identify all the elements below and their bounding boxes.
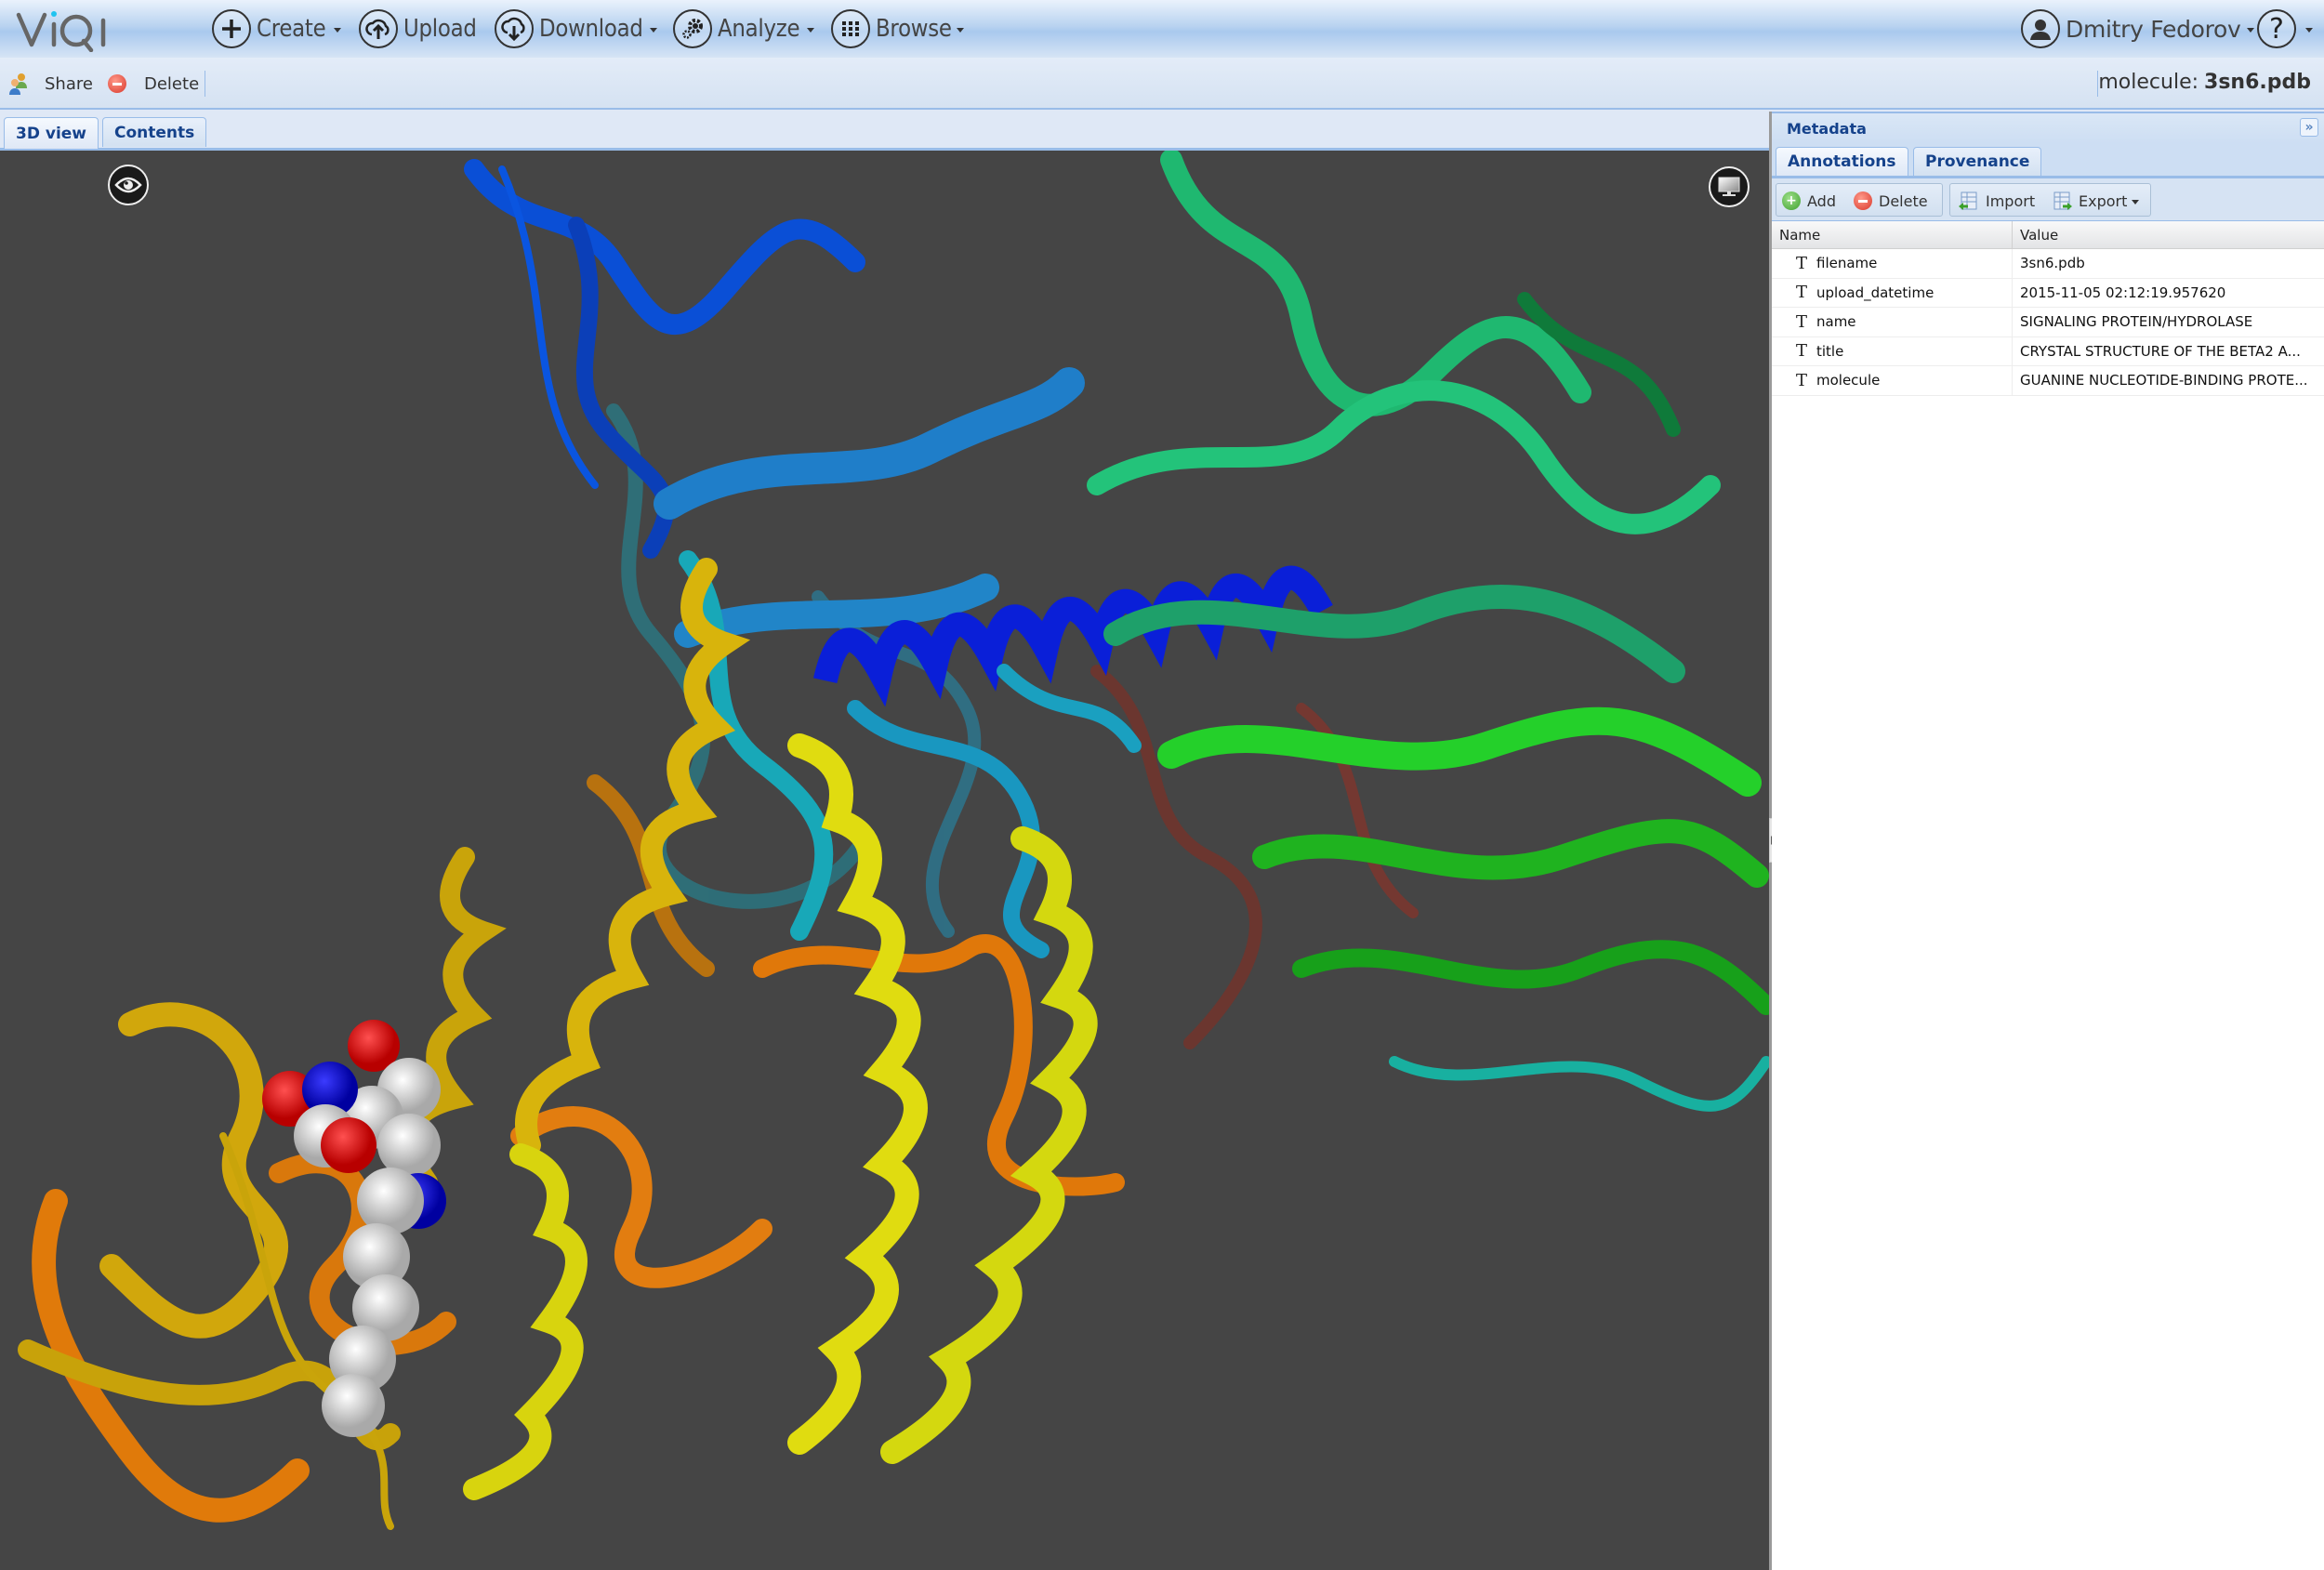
visibility-toggle-button[interactable] bbox=[108, 165, 149, 205]
resource-name: 3sn6.pdb bbox=[2204, 71, 2311, 94]
chevron-down-icon bbox=[649, 27, 657, 33]
user-name: Dmitry Fedorov bbox=[2066, 15, 2241, 43]
plus-icon bbox=[212, 9, 251, 48]
grid-header: Name Value bbox=[1772, 221, 2324, 249]
user-menu[interactable]: Dmitry Fedorov bbox=[2021, 8, 2254, 49]
column-header-name[interactable]: Name bbox=[1772, 221, 2013, 248]
delete-icon bbox=[108, 74, 126, 93]
table-row[interactable]: Tname SIGNALING PROTEIN/HYDROLASE bbox=[1772, 308, 2324, 337]
text-type-icon: T bbox=[1796, 253, 1808, 273]
eye-icon bbox=[114, 177, 142, 193]
add-icon: + bbox=[1782, 191, 1801, 210]
browse-label: Browse bbox=[876, 15, 952, 43]
grid-body: Tfilename 3sn6.pdb Tupload_datetime 2015… bbox=[1772, 249, 2324, 396]
cloud-download-icon bbox=[495, 9, 534, 48]
metadata-panel-header: Metadata » bbox=[1772, 112, 2324, 143]
annotations-toolbar: + Add Delete Import Export bbox=[1772, 178, 2324, 221]
share-label: Share bbox=[45, 73, 93, 94]
download-label: Download bbox=[539, 15, 643, 43]
chevron-down-icon bbox=[2246, 27, 2254, 33]
tab-contents[interactable]: Contents bbox=[102, 117, 207, 147]
help-icon: ? bbox=[2257, 9, 2296, 48]
display-settings-button[interactable] bbox=[1709, 166, 1750, 207]
metadata-tab-strip: Annotations Provenance bbox=[1772, 143, 2324, 178]
add-label: Add bbox=[1807, 191, 1836, 210]
annotation-value[interactable]: CRYSTAL STRUCTURE OF THE BETA2 A... bbox=[2013, 337, 2324, 366]
delete-annotation-button[interactable]: Delete bbox=[1854, 191, 1928, 211]
chevron-down-icon bbox=[333, 27, 341, 33]
column-header-value[interactable]: Value bbox=[2013, 221, 2324, 248]
annotation-name: molecule bbox=[1816, 372, 1881, 389]
text-type-icon: T bbox=[1796, 341, 1808, 362]
molecule-render[interactable] bbox=[0, 151, 1769, 1570]
delete-button[interactable]: Delete bbox=[108, 71, 199, 97]
grid-icon bbox=[831, 9, 870, 48]
resource-type: molecule: bbox=[2098, 71, 2199, 94]
create-menu[interactable]: Create bbox=[212, 8, 341, 49]
double-chevron-right-icon: » bbox=[2304, 120, 2314, 135]
delete-label: Delete bbox=[144, 73, 200, 94]
share-button[interactable]: Share bbox=[7, 71, 93, 97]
export-menu-button[interactable]: Export bbox=[2053, 191, 2140, 211]
monitor-icon bbox=[1718, 177, 1740, 196]
resource-toolbar: Share Delete molecule: 3sn6.pdb bbox=[0, 58, 2324, 110]
annotations-grid: Name Value Tfilename 3sn6.pdb Tupload_da… bbox=[1772, 221, 2324, 396]
chevron-down-icon bbox=[2132, 199, 2140, 204]
import-table-icon bbox=[1959, 191, 1977, 210]
top-navigation-bar: Create Upload Download Analyze Browse Dm bbox=[0, 0, 2324, 58]
import-button[interactable]: Import bbox=[1958, 191, 2035, 211]
text-type-icon: T bbox=[1796, 370, 1808, 390]
create-label: Create bbox=[257, 15, 326, 43]
annotation-name: name bbox=[1816, 313, 1856, 331]
chevron-down-icon bbox=[807, 27, 815, 33]
view-tab-strip: 3D view Contents bbox=[0, 112, 1769, 151]
edit-button-group: + Add Delete bbox=[1776, 183, 1943, 217]
resource-title: molecule: 3sn6.pdb bbox=[2098, 71, 2311, 94]
tab-3d-view[interactable]: 3D view bbox=[4, 117, 99, 149]
upload-button[interactable]: Upload bbox=[359, 8, 486, 49]
analyze-label: Analyze bbox=[718, 15, 800, 43]
upload-label: Upload bbox=[403, 15, 477, 43]
molecule-3d-viewer[interactable] bbox=[0, 151, 1769, 1570]
help-menu[interactable]: ? bbox=[2257, 8, 2313, 49]
metadata-title: Metadata bbox=[1787, 120, 1867, 138]
share-users-icon bbox=[9, 73, 27, 95]
delete-label: Delete bbox=[1879, 191, 1928, 210]
table-row[interactable]: Ttitle CRYSTAL STRUCTURE OF THE BETA2 A.… bbox=[1772, 336, 2324, 366]
table-row[interactable]: Tfilename 3sn6.pdb bbox=[1772, 249, 2324, 279]
download-menu[interactable]: Download bbox=[495, 8, 657, 49]
analyze-menu[interactable]: Analyze bbox=[673, 8, 815, 49]
chain-green bbox=[1087, 151, 1769, 1112]
annotation-name: upload_datetime bbox=[1816, 284, 1934, 301]
export-table-icon bbox=[2053, 191, 2072, 210]
table-row[interactable]: Tmolecule GUANINE NUCLEOTIDE-BINDING PRO… bbox=[1772, 366, 2324, 396]
table-row[interactable]: Tupload_datetime 2015-11-05 02:12:19.957… bbox=[1772, 278, 2324, 308]
export-label: Export bbox=[2079, 191, 2128, 210]
chain-blue-top bbox=[464, 159, 1085, 648]
annotation-value[interactable]: GUANINE NUCLEOTIDE-BINDING PROTE... bbox=[2013, 366, 2324, 395]
annotation-name: filename bbox=[1816, 255, 1878, 272]
import-label: Import bbox=[1986, 191, 2036, 210]
cloud-upload-icon bbox=[359, 9, 398, 48]
chevron-down-icon bbox=[956, 27, 964, 33]
tab-annotations[interactable]: Annotations bbox=[1776, 147, 1908, 176]
text-type-icon: T bbox=[1796, 283, 1808, 303]
collapse-panel-button[interactable]: » bbox=[2300, 118, 2318, 137]
delete-icon bbox=[1854, 191, 1872, 210]
viqi-logo[interactable] bbox=[13, 4, 115, 52]
tab-provenance[interactable]: Provenance bbox=[1913, 147, 2042, 176]
user-icon bbox=[2021, 9, 2060, 48]
gears-icon bbox=[673, 9, 712, 48]
import-export-group: Import Export bbox=[1949, 183, 2151, 217]
metadata-panel: Metadata » Annotations Provenance + Add … bbox=[1772, 112, 2324, 1570]
add-annotation-button[interactable]: + Add bbox=[1782, 191, 1836, 211]
text-type-icon: T bbox=[1796, 311, 1808, 332]
annotation-value[interactable]: 2015-11-05 02:12:19.957620 bbox=[2013, 279, 2324, 308]
annotation-value[interactable]: 3sn6.pdb bbox=[2013, 249, 2324, 278]
chevron-down-icon bbox=[2305, 27, 2313, 33]
annotation-value[interactable]: SIGNALING PROTEIN/HYDROLASE bbox=[2013, 308, 2324, 336]
browse-menu[interactable]: Browse bbox=[831, 8, 964, 49]
annotation-name: title bbox=[1816, 342, 1844, 360]
